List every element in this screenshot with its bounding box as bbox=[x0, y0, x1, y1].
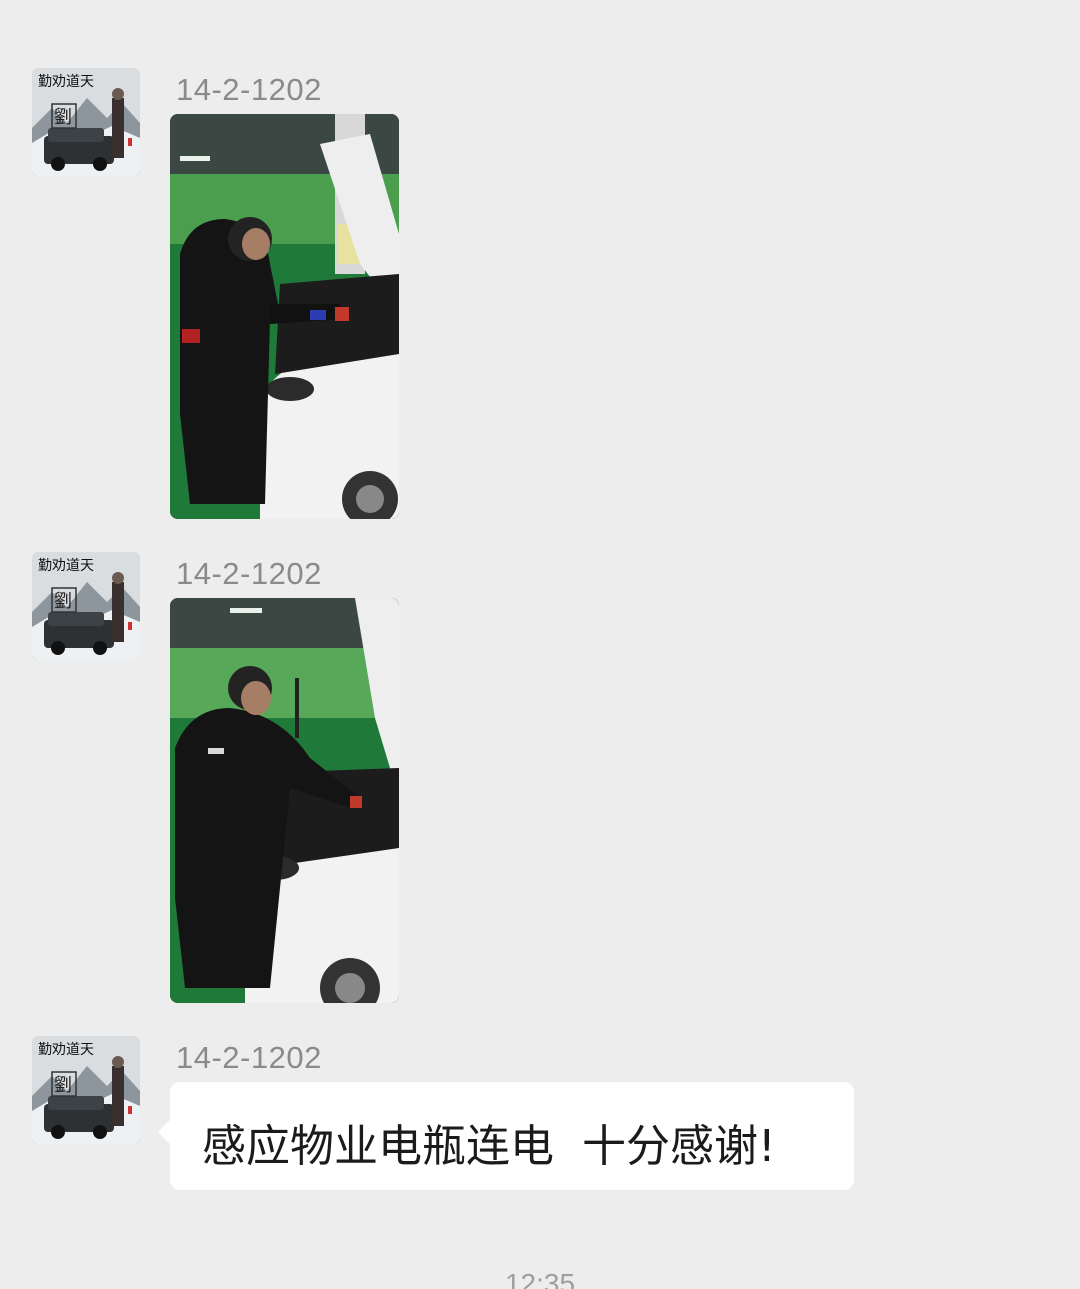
image-message[interactable] bbox=[170, 598, 399, 1003]
photo-man-jump-starting-car-icon bbox=[170, 598, 399, 1003]
avatar-image-icon: 勤劝道天 劉 bbox=[32, 68, 140, 176]
photo-man-jump-starting-car-icon bbox=[170, 114, 399, 519]
chat-view[interactable]: 勤劝道天 劉 14-2-1202 勤劝道天 劉 14-2-1202 勤劝道天 劉… bbox=[0, 0, 1080, 1289]
sender-name: 14-2-1202 bbox=[176, 1040, 322, 1075]
svg-text:勤劝道天: 勤劝道天 bbox=[38, 74, 94, 90]
user-avatar[interactable]: 勤劝道天 劉 bbox=[32, 68, 140, 176]
sender-name: 14-2-1202 bbox=[176, 72, 322, 107]
avatar-image-icon: 勤劝道天 劉 bbox=[32, 552, 140, 660]
svg-text:勤劝道天: 勤劝道天 bbox=[38, 1042, 94, 1058]
user-avatar[interactable]: 勤劝道天 劉 bbox=[32, 1036, 140, 1144]
svg-text:劉: 劉 bbox=[54, 1075, 72, 1096]
message-timestamp: 12:35 bbox=[504, 1268, 576, 1289]
sender-name: 14-2-1202 bbox=[176, 556, 322, 591]
svg-text:劉: 劉 bbox=[54, 591, 72, 612]
avatar-image-icon: 勤劝道天 劉 bbox=[32, 1036, 140, 1144]
text-message-bubble[interactable]: 感应物业电瓶连电 十分感谢! bbox=[158, 1082, 854, 1190]
svg-text:劉: 劉 bbox=[54, 107, 72, 128]
user-avatar[interactable]: 勤劝道天 劉 bbox=[32, 552, 140, 660]
svg-text:勤劝道天: 勤劝道天 bbox=[38, 558, 94, 574]
image-message[interactable] bbox=[170, 114, 399, 519]
